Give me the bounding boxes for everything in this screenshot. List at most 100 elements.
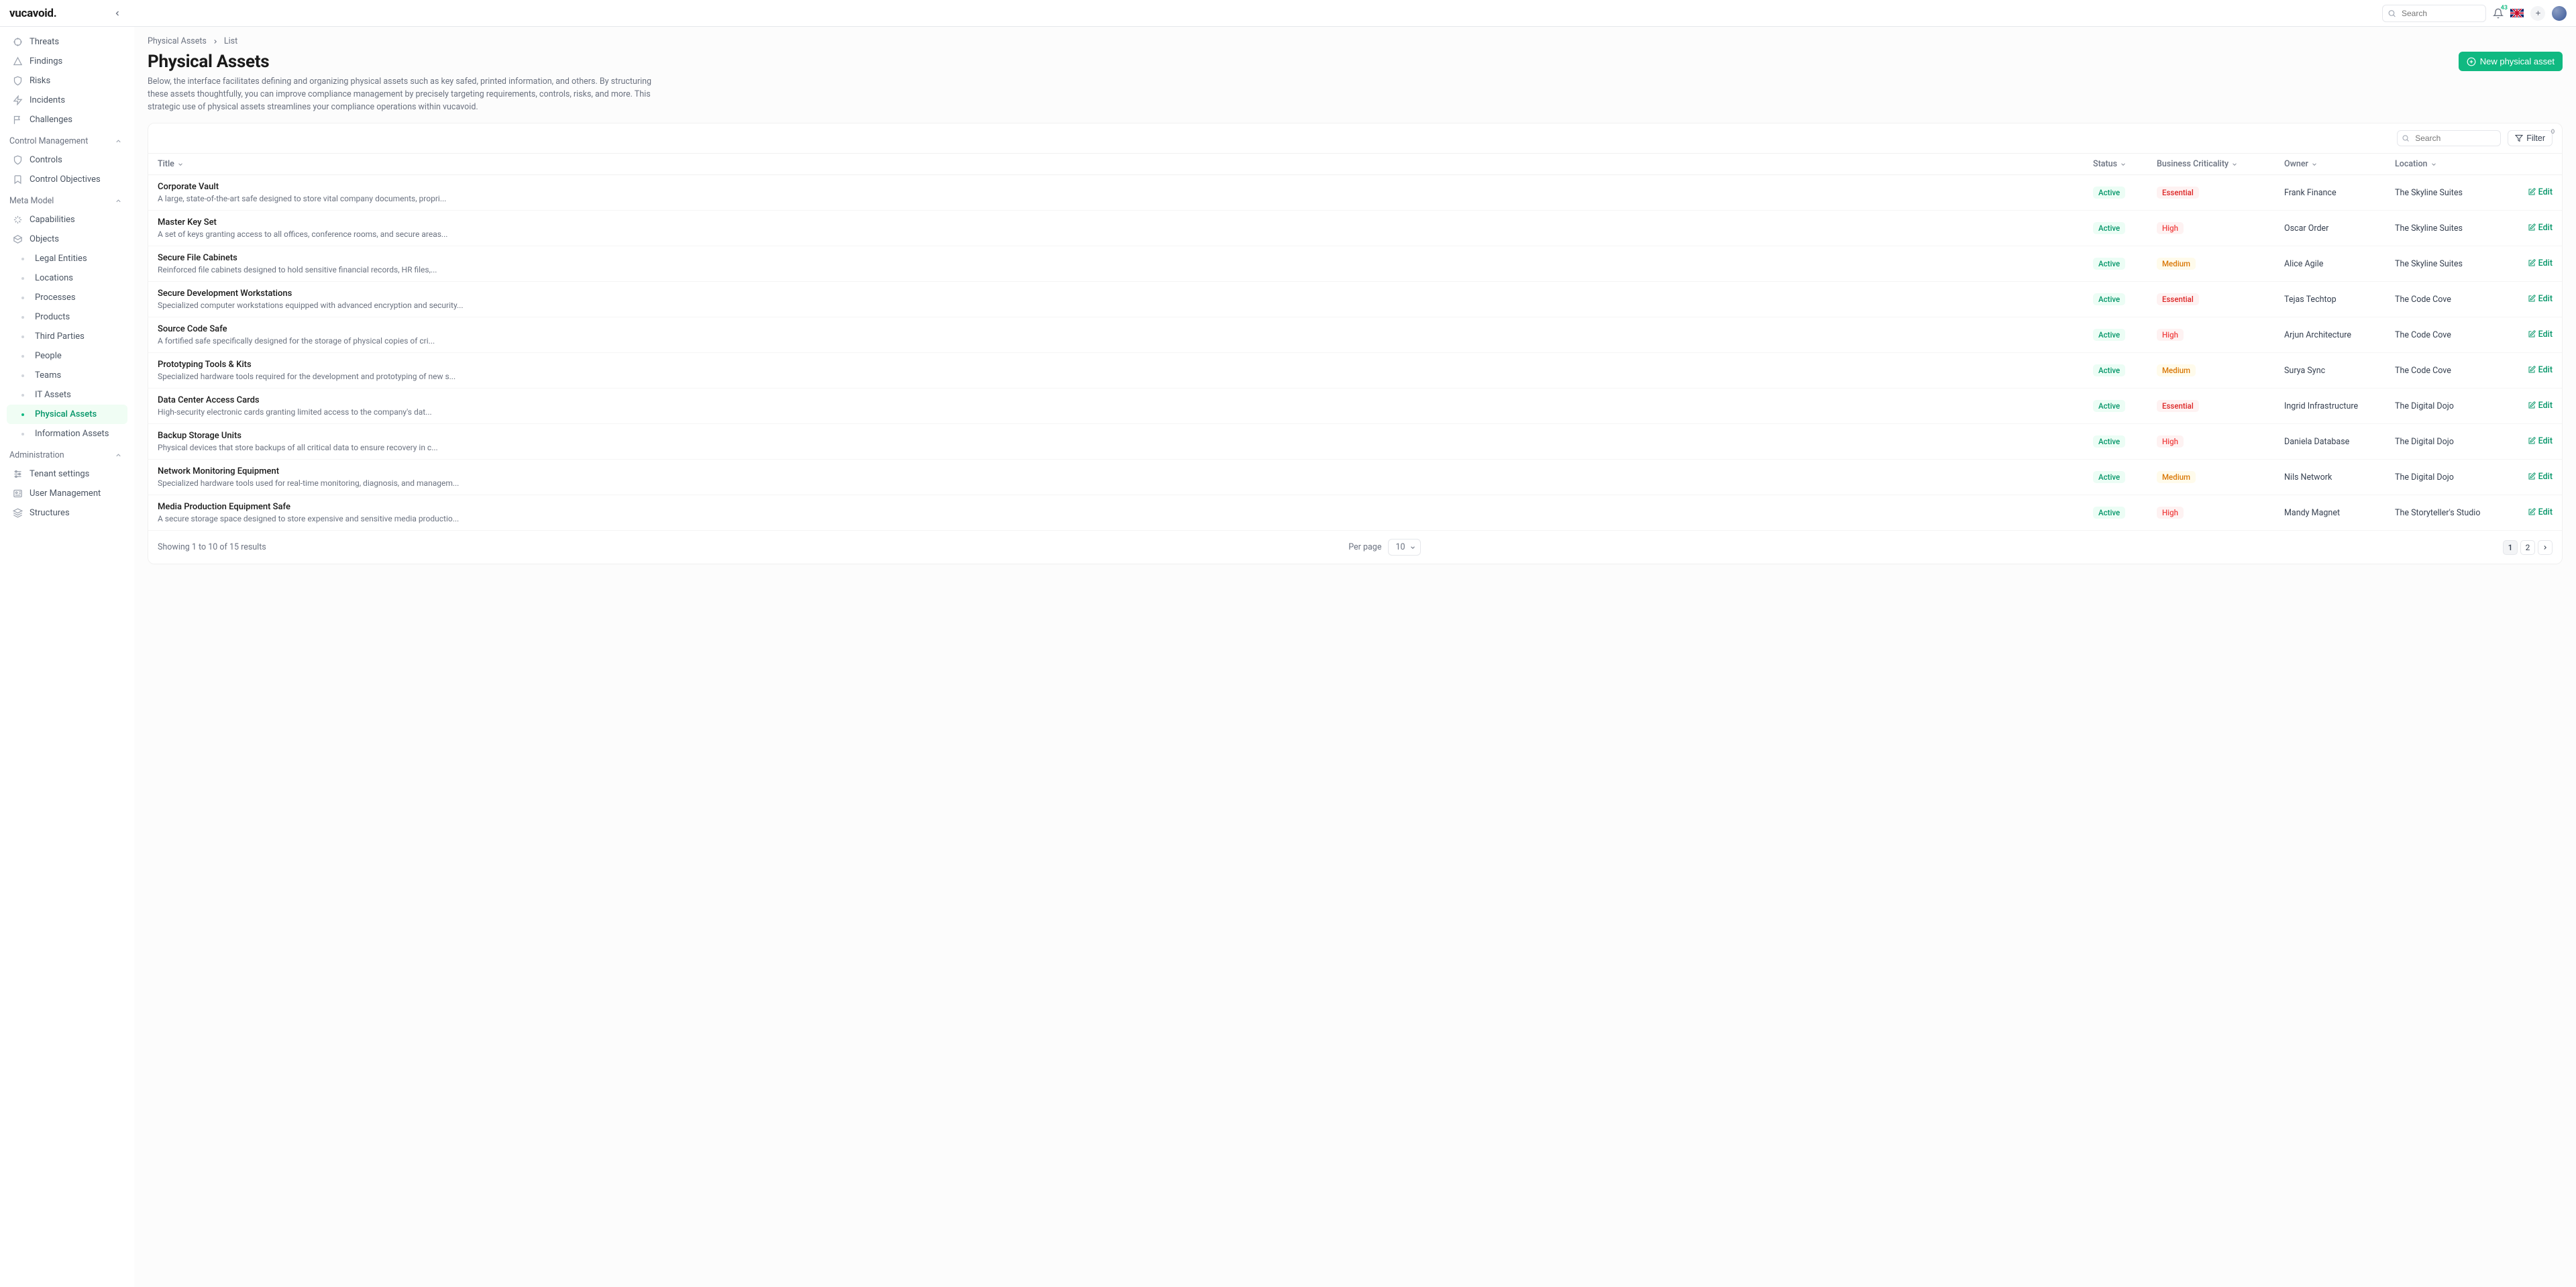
sidebar-item-incidents[interactable]: Incidents [7, 91, 127, 110]
language-flag-uk[interactable] [2510, 9, 2524, 17]
page-button-1[interactable]: 1 [2503, 540, 2518, 555]
edit-icon [2528, 188, 2536, 196]
table-row[interactable]: Network Monitoring EquipmentSpecialized … [148, 460, 2562, 495]
sidebar-item-locations[interactable]: Locations [7, 268, 127, 288]
filter-label: Filter [2526, 134, 2545, 143]
edit-icon [2528, 259, 2536, 267]
sidebar-item-label: Third Parties [35, 331, 85, 342]
edit-button[interactable]: Edit [2528, 223, 2553, 233]
bullet-icon [21, 394, 24, 397]
triangle-icon [12, 56, 23, 66]
sidebar-item-challenges[interactable]: Challenges [7, 110, 127, 130]
sidebar-item-controls[interactable]: Controls [7, 150, 127, 170]
breadcrumb-item[interactable]: List [224, 36, 237, 46]
status-badge: Active [2093, 293, 2125, 305]
table-row[interactable]: Secure Development WorkstationsSpecializ… [148, 282, 2562, 317]
status-badge: Active [2093, 364, 2125, 376]
location-cell: The Skyline Suites [2395, 223, 2522, 234]
sidebar-item-products[interactable]: Products [7, 307, 127, 327]
owner-cell: Surya Sync [2284, 366, 2395, 376]
sidebar-item-risks[interactable]: Risks [7, 71, 127, 91]
bullet-icon [21, 355, 24, 358]
table-row[interactable]: Secure File CabinetsReinforced file cabi… [148, 246, 2562, 282]
sidebar-item-objects[interactable]: Objects [7, 229, 127, 249]
table-row[interactable]: Data Center Access CardsHigh-security el… [148, 389, 2562, 424]
table-row[interactable]: Corporate VaultA large, state-of-the-art… [148, 175, 2562, 211]
sidebar-collapse-button[interactable] [113, 9, 142, 17]
next-page-button[interactable] [2538, 540, 2553, 555]
sidebar-item-control-objectives[interactable]: Control Objectives [7, 170, 127, 189]
edit-button[interactable]: Edit [2528, 472, 2553, 482]
status-badge: Active [2093, 400, 2125, 412]
brand-logo[interactable]: vucavoid. [9, 7, 56, 20]
edit-button[interactable]: Edit [2528, 294, 2553, 304]
sidebar-item-structures[interactable]: Structures [7, 503, 127, 523]
criticality-badge: Medium [2157, 364, 2196, 376]
column-header-title[interactable]: Title [158, 159, 2093, 169]
edit-button[interactable]: Edit [2528, 401, 2553, 411]
section-title: Control Management [9, 136, 88, 146]
edit-button[interactable]: Edit [2528, 329, 2553, 340]
edit-icon [2528, 508, 2536, 516]
bullet-icon [21, 336, 24, 338]
sidebar-item-teams[interactable]: Teams [7, 366, 127, 385]
sidebar-section-administration[interactable]: Administration [7, 444, 127, 464]
global-search-input[interactable] [2382, 5, 2486, 22]
column-header-criticality[interactable]: Business Criticality [2157, 159, 2284, 169]
column-header-location[interactable]: Location [2395, 159, 2522, 169]
sidebar-item-threats[interactable]: Threats [7, 32, 127, 52]
bullet-icon [21, 258, 24, 260]
filter-count: 0 [2551, 128, 2555, 135]
table-row[interactable]: Source Code SafeA fortified safe specifi… [148, 317, 2562, 353]
sidebar-item-information-assets[interactable]: Information Assets [7, 424, 127, 444]
sidebar-item-label: Capabilities [30, 215, 75, 225]
criticality-badge: Essential [2157, 293, 2199, 305]
sidebar-item-it-assets[interactable]: IT Assets [7, 385, 127, 405]
table-row[interactable]: Backup Storage UnitsPhysical devices tha… [148, 424, 2562, 460]
breadcrumb-item[interactable]: Physical Assets [148, 36, 207, 46]
search-icon [2387, 9, 2396, 17]
bullet-icon [21, 374, 24, 377]
edit-button[interactable]: Edit [2528, 436, 2553, 446]
button-label: New physical asset [2480, 56, 2555, 66]
sidebar-item-findings[interactable]: Findings [7, 52, 127, 71]
column-header-owner[interactable]: Owner [2284, 159, 2395, 169]
table-row[interactable]: Prototyping Tools & KitsSpecialized hard… [148, 353, 2562, 389]
chevron-left-icon [113, 9, 121, 17]
user-avatar[interactable] [2552, 6, 2567, 21]
per-page-select[interactable]: 10 [1388, 539, 1420, 556]
global-add-button[interactable] [2530, 6, 2545, 21]
edit-button[interactable]: Edit [2528, 365, 2553, 375]
sidebar-item-third-parties[interactable]: Third Parties [7, 327, 127, 346]
sidebar-section-meta-model[interactable]: Meta Model [7, 189, 127, 210]
edit-button[interactable]: Edit [2528, 187, 2553, 197]
sidebar-item-user-management[interactable]: User Management [7, 484, 127, 503]
sidebar-item-label: Physical Assets [35, 409, 97, 419]
sidebar-item-label: Products [35, 312, 70, 322]
table-row[interactable]: Media Production Equipment SafeA secure … [148, 495, 2562, 531]
sidebar-item-label: Tenant settings [30, 469, 89, 479]
edit-button[interactable]: Edit [2528, 258, 2553, 268]
page-button-2[interactable]: 2 [2520, 540, 2535, 555]
sidebar-item-capabilities[interactable]: Capabilities [7, 210, 127, 229]
sidebar-item-people[interactable]: People [7, 346, 127, 366]
row-description: High-security electronic cards granting … [158, 407, 560, 417]
table-header: Title Status Business Criticality Owner … [148, 153, 2562, 175]
sidebar-item-processes[interactable]: Processes [7, 288, 127, 307]
notifications-button[interactable]: 43 [2493, 8, 2504, 19]
table-search-input[interactable] [2397, 130, 2501, 146]
sidebar-item-label: Legal Entities [35, 254, 87, 264]
column-header-status[interactable]: Status [2093, 159, 2157, 169]
sidebar-item-tenant-settings[interactable]: Tenant settings [7, 464, 127, 484]
new-physical-asset-button[interactable]: New physical asset [2459, 52, 2563, 71]
sidebar-item-physical-assets[interactable]: Physical Assets [7, 405, 127, 424]
edit-button[interactable]: Edit [2528, 507, 2553, 517]
filter-button[interactable]: Filter 0 [2508, 130, 2553, 146]
table-row[interactable]: Master Key SetA set of keys granting acc… [148, 211, 2562, 246]
row-description: A large, state-of-the-art safe designed … [158, 194, 560, 203]
edit-icon [2528, 437, 2536, 445]
sidebar-item-legal-entities[interactable]: Legal Entities [7, 249, 127, 268]
row-description: A set of keys granting access to all off… [158, 229, 560, 239]
location-cell: The Digital Dojo [2395, 401, 2522, 411]
sidebar-section-control-management[interactable]: Control Management [7, 130, 127, 150]
